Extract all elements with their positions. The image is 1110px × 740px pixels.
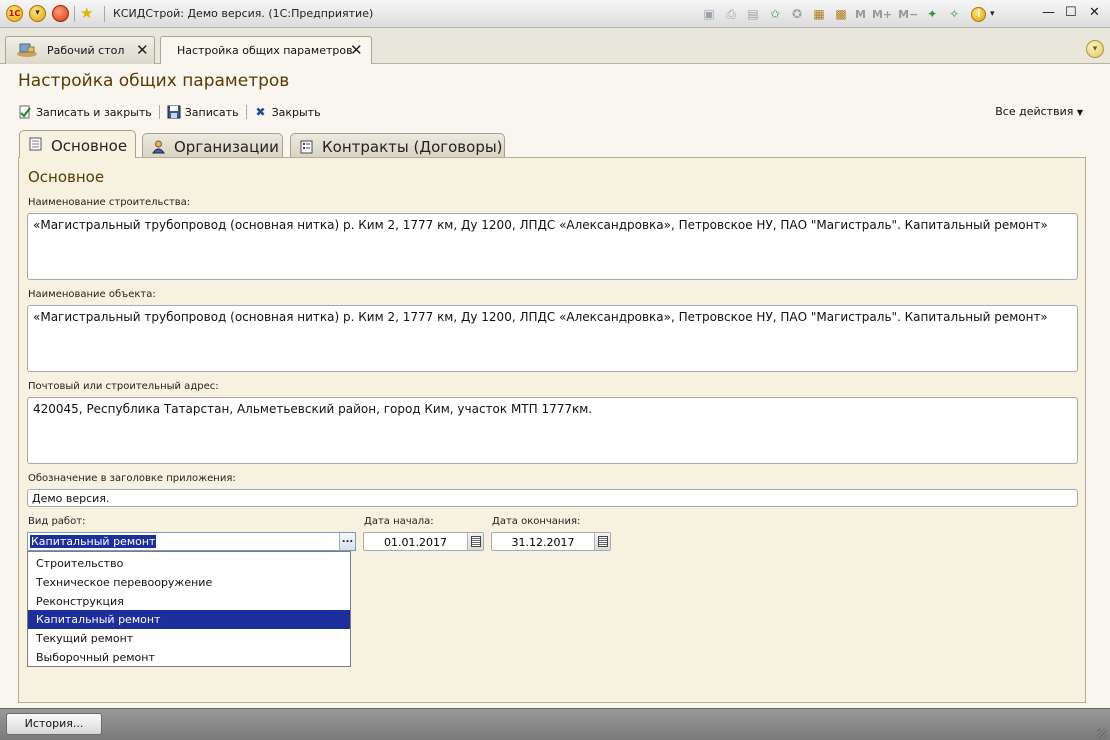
resize-grip[interactable] [1097,728,1107,738]
tab-label: Организации [174,138,279,156]
address-field[interactable]: 420045, Республика Татарстан, Альметьевс… [27,397,1078,464]
window-tab-strip: Рабочий стол ✕ Настройка общих параметро… [0,28,1110,65]
chevron-down-icon: ▼ [1076,108,1083,117]
maximize-button[interactable]: ☐ [1065,5,1077,20]
title-bar: 1С ▾ ★ КСИДСтрой: Демо версия. (1С:Предп… [0,0,1110,28]
construction-name-label: Наименование строительства: [28,197,191,208]
tab-main[interactable]: Основное [19,130,136,158]
construction-name-field[interactable]: «Магистральный трубопровод (основная нит… [27,213,1078,280]
work-type-select[interactable]: Капитальный ремонт ... [27,532,356,551]
tab-label: Настройка общих параметров [177,44,353,57]
divider [158,105,160,119]
memory-plus-button[interactable]: M+ [869,4,895,24]
window-title: КСИДСтрой: Демо версия. (1С:Предприятие) [113,7,374,20]
close-icon[interactable]: ✕ [350,41,363,59]
zoom-out-icon[interactable]: ✧ [943,4,965,24]
info-icon[interactable]: i [971,6,987,22]
work-type-choose-button[interactable]: ... [339,533,355,550]
minimize-button[interactable]: — [1042,5,1055,20]
save-icon[interactable]: ▣ [698,4,720,24]
close-form-button[interactable]: ✖ Закрыть [254,105,321,119]
close-icon[interactable]: ✕ [136,41,149,59]
dropdown-option[interactable]: Выборочный ремонт [28,648,350,667]
memory-minus-button[interactable]: M− [895,4,921,24]
page-title: Настройка общих параметров [18,71,290,91]
desktop-icon [17,43,37,57]
save-button[interactable]: Записать [167,105,239,119]
calendar-icon [598,536,608,547]
zoom-in-icon[interactable]: ✦ [921,4,943,24]
dropdown-option[interactable]: Техническое перевооружение [28,573,350,592]
close-button[interactable]: ✕ [1089,5,1100,20]
work-type-dropdown: Строительство Техническое перевооружение… [27,551,351,667]
stop-icon[interactable] [52,5,69,22]
tab-label: Контракты (Договоры) [322,138,503,156]
end-date-field[interactable]: 31.12.2017 [491,532,611,551]
save-and-close-label: Записать и закрыть [36,105,152,119]
favorites-star-icon[interactable]: ★ [80,4,93,22]
memory-button[interactable]: M [852,4,869,24]
document-icon [29,137,42,151]
check-document-icon [18,105,32,119]
command-bar: Записать и закрыть Записать ✖ Закрыть [18,102,328,122]
object-name-field[interactable]: «Магистральный трубопровод (основная нит… [27,305,1078,372]
end-date-calendar-button[interactable] [594,533,610,550]
chevron-down-icon[interactable]: ▾ [986,4,998,24]
object-name-label: Наименование объекта: [28,289,156,300]
start-date-field[interactable]: 01.01.2017 [363,532,484,551]
tab-desktop[interactable]: Рабочий стол ✕ [5,36,155,64]
start-date-calendar-button[interactable] [467,533,483,550]
start-date-value: 01.01.2017 [384,536,447,549]
list-icon [300,140,313,154]
tab-organizations[interactable]: Организации [142,133,283,158]
work-type-label: Вид работ: [28,516,86,527]
all-actions-menu[interactable]: Все действия ▼ [995,105,1083,118]
main-menu-button[interactable]: ▾ [29,5,46,22]
title-toolbar: ▣ ⎙ ▤ ✩ ✪ ▦ ▩ M M+ M− ✦ ✧ i ▾ [698,4,998,24]
app-caption-label: Обозначение в заголовке приложения: [28,473,236,484]
preview-icon[interactable]: ▤ [742,4,764,24]
start-date-label: Дата начала: [364,516,434,527]
end-date-label: Дата окончания: [492,516,581,527]
divider [74,6,75,22]
floppy-disk-icon [167,105,181,119]
calendar-icon[interactable]: ▩ [830,4,852,24]
tabs-menu-chevron-icon[interactable]: ▾ [1086,40,1104,58]
app-logo-icon[interactable]: 1С [6,5,23,22]
save-label: Записать [184,105,239,119]
dropdown-option[interactable]: Текущий ремонт [28,629,350,648]
dropdown-option-selected[interactable]: Капитальный ремонт [28,610,350,629]
all-actions-label: Все действия [995,105,1074,118]
close-label: Закрыть [271,105,321,119]
save-and-close-button[interactable]: Записать и закрыть [18,105,152,119]
calendar-icon [471,536,481,547]
tab-label: Рабочий стол [47,44,125,57]
section-title: Основное [28,168,105,186]
divider [104,6,105,22]
print-icon[interactable]: ⎙ [720,4,742,24]
add-favorite-icon[interactable]: ✩ [764,4,786,24]
work-type-value: Капитальный ремонт [30,535,157,548]
end-date-value: 31.12.2017 [511,536,575,549]
dropdown-option[interactable]: Строительство [28,554,350,573]
tab-label: Основное [51,137,128,155]
bookmark-icon[interactable]: ✪ [786,4,808,24]
calculator-icon[interactable]: ▦ [808,4,830,24]
dropdown-option[interactable]: Реконструкция [28,592,350,611]
divider [245,105,247,119]
app-caption-field[interactable]: Демо версия. [27,489,1078,507]
address-label: Почтовый или строительный адрес: [28,381,219,392]
person-icon [152,140,165,154]
history-button[interactable]: История... [6,713,102,735]
status-bar: История... [0,708,1110,740]
close-x-icon: ✖ [255,105,266,119]
tab-contracts[interactable]: Контракты (Договоры) [290,133,505,158]
tab-settings[interactable]: Настройка общих параметров ✕ [160,36,372,65]
